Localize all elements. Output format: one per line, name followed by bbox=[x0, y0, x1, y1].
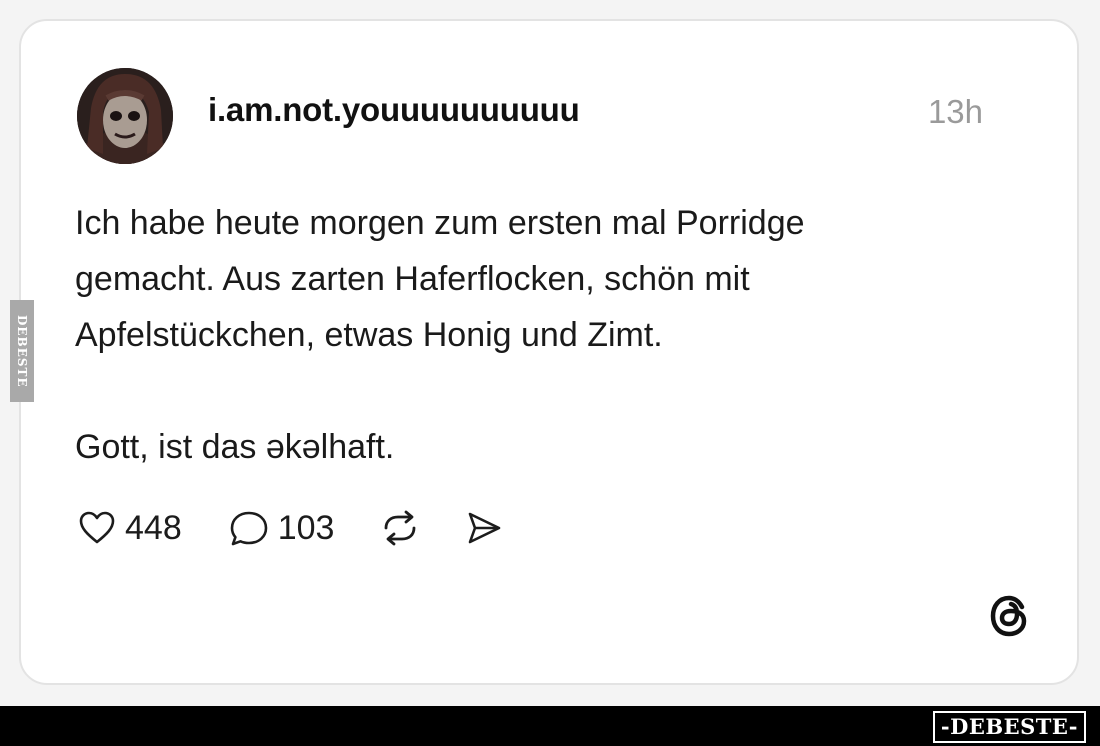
avatar[interactable] bbox=[77, 68, 173, 164]
like-count: 448 bbox=[125, 508, 182, 547]
side-watermark: DEBESTE bbox=[10, 300, 34, 402]
post-text-line: Apfelstückchen, etwas Honig und Zimt. bbox=[75, 316, 663, 354]
post-text-line: Ich habe heute morgen zum ersten mal Por… bbox=[75, 204, 805, 242]
comment-bubble-icon bbox=[228, 508, 270, 548]
username[interactable]: i.am.not.youuuuuuuuuu bbox=[208, 91, 580, 129]
post-timestamp: 13h bbox=[927, 93, 983, 130]
heart-icon bbox=[77, 508, 117, 548]
repost-button[interactable] bbox=[378, 508, 422, 548]
post-text-line: Gott, ist das əkəlhaft. bbox=[75, 428, 395, 466]
post-body: Ich habe heute morgen zum ersten mal Por… bbox=[75, 195, 995, 475]
post-actions: 448 103 bbox=[77, 503, 504, 553]
like-button[interactable]: 448 bbox=[77, 508, 182, 548]
post-text-line: gemacht. Aus zarten Haferflocken, schön … bbox=[75, 260, 750, 298]
threads-logo-icon[interactable] bbox=[987, 593, 1033, 639]
footer-watermark-logo: -DEBESTE- bbox=[932, 711, 1086, 743]
repost-icon bbox=[378, 508, 422, 548]
comment-count: 103 bbox=[277, 508, 335, 547]
post-card: i.am.not.youuuuuuuuuu 13h Ich habe heute… bbox=[19, 19, 1079, 685]
footer-bar: -DEBESTE- bbox=[0, 706, 1100, 746]
send-icon bbox=[464, 508, 504, 548]
share-button[interactable] bbox=[464, 508, 504, 548]
comment-button[interactable]: 103 bbox=[228, 508, 335, 548]
